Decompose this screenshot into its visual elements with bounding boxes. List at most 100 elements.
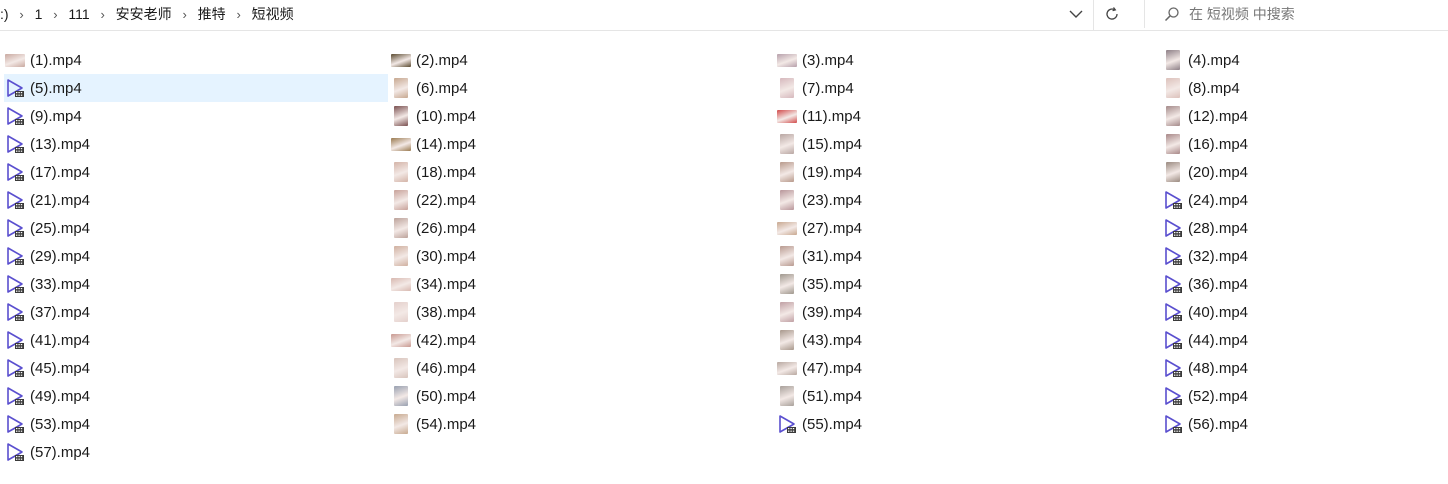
- file-name: (3).mp4: [802, 51, 854, 69]
- file-item[interactable]: (57).mp4: [4, 438, 388, 466]
- file-name: (26).mp4: [416, 219, 477, 237]
- breadcrumb-item-drive[interactable]: :): [0, 3, 15, 25]
- file-item[interactable]: (11).mp4: [776, 102, 1160, 130]
- file-item[interactable]: (54).mp4: [390, 410, 774, 438]
- refresh-icon: [1106, 7, 1118, 20]
- file-item[interactable]: (15).mp4: [776, 130, 1160, 158]
- thumbnail-image: [777, 221, 797, 235]
- file-item[interactable]: (26).mp4: [390, 214, 774, 242]
- file-item[interactable]: (47).mp4: [776, 354, 1160, 382]
- file-item[interactable]: (23).mp4: [776, 186, 1160, 214]
- video-thumbnail-icon: [776, 273, 798, 295]
- file-item[interactable]: (14).mp4: [390, 130, 774, 158]
- file-item[interactable]: (55).mp4: [776, 410, 1160, 438]
- file-item[interactable]: (16).mp4: [1162, 130, 1448, 158]
- thumbnail-image: [394, 106, 408, 126]
- file-item[interactable]: (44).mp4: [1162, 326, 1448, 354]
- breadcrumb-item-1[interactable]: 1: [29, 3, 49, 25]
- file-name: (13).mp4: [30, 135, 91, 153]
- search-input[interactable]: [1187, 1, 1431, 27]
- file-item[interactable]: (34).mp4: [390, 270, 774, 298]
- file-name: (20).mp4: [1188, 163, 1249, 181]
- video-thumbnail-icon: [776, 385, 798, 407]
- file-name: (30).mp4: [416, 247, 477, 265]
- chevron-right-icon[interactable]: ›: [232, 7, 246, 22]
- file-item[interactable]: (9).mp4: [4, 102, 388, 130]
- file-item[interactable]: (39).mp4: [776, 298, 1160, 326]
- video-play-icon: [4, 357, 26, 379]
- file-item[interactable]: (2).mp4: [390, 46, 774, 74]
- chevron-right-icon[interactable]: ›: [178, 7, 192, 22]
- thumbnail-image: [777, 109, 797, 123]
- file-item[interactable]: (30).mp4: [390, 242, 774, 270]
- file-item[interactable]: (17).mp4: [4, 158, 388, 186]
- file-item[interactable]: (19).mp4: [776, 158, 1160, 186]
- file-item[interactable]: (5).mp4: [4, 74, 388, 102]
- file-item[interactable]: (13).mp4: [4, 130, 388, 158]
- file-item[interactable]: (46).mp4: [390, 354, 774, 382]
- breadcrumb-item-short-video[interactable]: 短视频: [246, 3, 300, 25]
- file-name: (16).mp4: [1188, 135, 1249, 153]
- file-item[interactable]: (22).mp4: [390, 186, 774, 214]
- file-item[interactable]: (4).mp4: [1162, 46, 1448, 74]
- file-item[interactable]: (49).mp4: [4, 382, 388, 410]
- chevron-down-icon: [1069, 10, 1083, 18]
- file-item[interactable]: (3).mp4: [776, 46, 1160, 74]
- thumbnail-image: [780, 386, 794, 406]
- chevron-right-icon[interactable]: ›: [48, 7, 62, 22]
- file-item[interactable]: (24).mp4: [1162, 186, 1448, 214]
- video-thumbnail-icon: [390, 133, 412, 155]
- breadcrumb-item-teacher[interactable]: 安安老师: [110, 3, 178, 25]
- file-item[interactable]: (48).mp4: [1162, 354, 1448, 382]
- refresh-button[interactable]: [1096, 0, 1128, 28]
- file-name: (2).mp4: [416, 51, 468, 69]
- file-item[interactable]: (27).mp4: [776, 214, 1160, 242]
- file-item[interactable]: (35).mp4: [776, 270, 1160, 298]
- file-item[interactable]: (37).mp4: [4, 298, 388, 326]
- file-item[interactable]: (20).mp4: [1162, 158, 1448, 186]
- file-item[interactable]: (53).mp4: [4, 410, 388, 438]
- file-item[interactable]: (31).mp4: [776, 242, 1160, 270]
- video-play-icon: [1162, 245, 1184, 267]
- file-item[interactable]: (12).mp4: [1162, 102, 1448, 130]
- chevron-right-icon[interactable]: ›: [15, 7, 29, 22]
- file-item[interactable]: (1).mp4: [4, 46, 388, 74]
- file-item[interactable]: (45).mp4: [4, 354, 388, 382]
- file-item[interactable]: (18).mp4: [390, 158, 774, 186]
- file-name: (33).mp4: [30, 275, 91, 293]
- file-item[interactable]: (21).mp4: [4, 186, 388, 214]
- file-item[interactable]: (52).mp4: [1162, 382, 1448, 410]
- breadcrumb-item-111[interactable]: 111: [62, 3, 95, 25]
- file-name: (7).mp4: [802, 79, 854, 97]
- file-item[interactable]: (8).mp4: [1162, 74, 1448, 102]
- file-item[interactable]: (42).mp4: [390, 326, 774, 354]
- file-item[interactable]: (32).mp4: [1162, 242, 1448, 270]
- file-item[interactable]: (29).mp4: [4, 242, 388, 270]
- chevron-right-icon[interactable]: ›: [96, 7, 110, 22]
- file-item[interactable]: (10).mp4: [390, 102, 774, 130]
- file-item[interactable]: (40).mp4: [1162, 298, 1448, 326]
- thumbnail-image: [1166, 106, 1180, 126]
- video-play-icon: [4, 441, 26, 463]
- video-thumbnail-icon: [776, 105, 798, 127]
- breadcrumb-item-twitter[interactable]: 推特: [192, 3, 232, 25]
- thumbnail-image: [394, 246, 408, 266]
- file-item[interactable]: (6).mp4: [390, 74, 774, 102]
- file-item[interactable]: (33).mp4: [4, 270, 388, 298]
- file-item[interactable]: (56).mp4: [1162, 410, 1448, 438]
- file-item[interactable]: (38).mp4: [390, 298, 774, 326]
- file-item[interactable]: (43).mp4: [776, 326, 1160, 354]
- file-name: (36).mp4: [1188, 275, 1249, 293]
- thumbnail-image: [394, 78, 408, 98]
- file-item[interactable]: (50).mp4: [390, 382, 774, 410]
- file-item[interactable]: (25).mp4: [4, 214, 388, 242]
- address-history-button[interactable]: [1062, 0, 1090, 28]
- file-item[interactable]: (7).mp4: [776, 74, 1160, 102]
- file-item[interactable]: (36).mp4: [1162, 270, 1448, 298]
- file-name: (51).mp4: [802, 387, 863, 405]
- file-item[interactable]: (51).mp4: [776, 382, 1160, 410]
- file-item[interactable]: (41).mp4: [4, 326, 388, 354]
- file-item[interactable]: (28).mp4: [1162, 214, 1448, 242]
- thumbnail-image: [780, 78, 794, 98]
- thumbnail-image: [394, 302, 408, 322]
